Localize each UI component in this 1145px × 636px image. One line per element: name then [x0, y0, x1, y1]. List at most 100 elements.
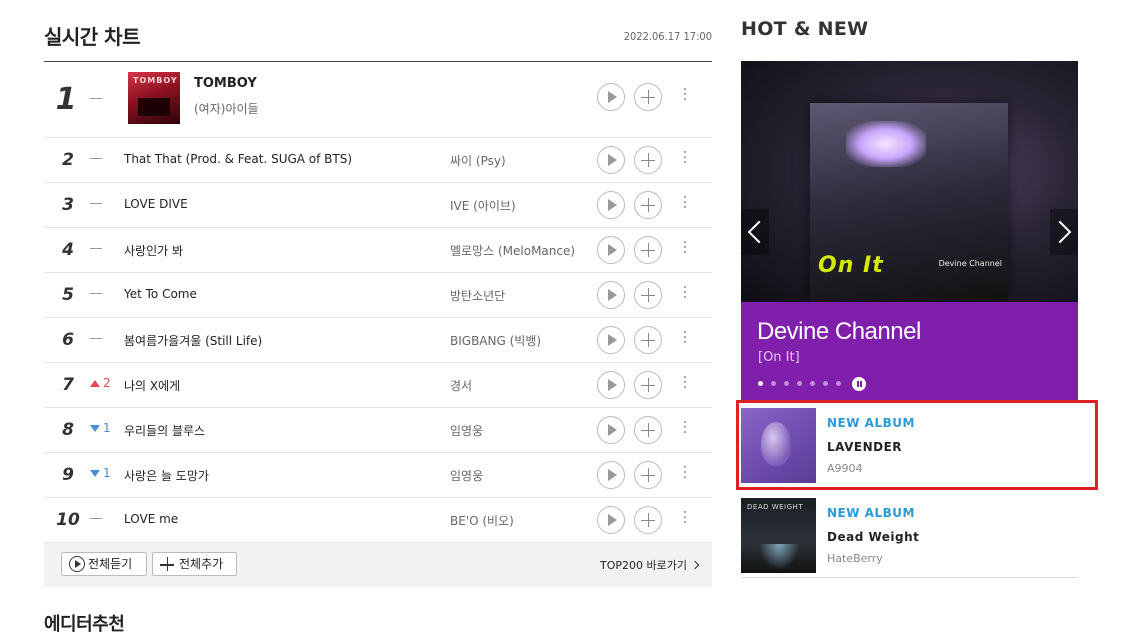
play-all-button[interactable]: 전체듣기: [61, 552, 147, 576]
add-icon[interactable]: [634, 506, 662, 534]
play-icon[interactable]: [597, 371, 625, 399]
more-options-icon[interactable]: [680, 509, 690, 529]
play-icon[interactable]: [597, 326, 625, 354]
add-icon[interactable]: [634, 83, 662, 111]
play-icon[interactable]: [597, 461, 625, 489]
play-icon[interactable]: [597, 416, 625, 444]
play-icon[interactable]: [597, 281, 625, 309]
carousel-dot[interactable]: [758, 381, 763, 386]
album-cover[interactable]: DEAD WEIGHT: [741, 498, 816, 573]
featured-album-cover[interactable]: On It Devine Channel: [810, 103, 1008, 301]
more-options-icon[interactable]: [680, 86, 690, 106]
chart-row: 3 LOVE DIVE IVE (아이브): [44, 183, 712, 228]
artist-name[interactable]: IVE (아이브): [450, 197, 580, 214]
song-title[interactable]: Yet To Come: [124, 287, 197, 301]
play-icon[interactable]: [597, 506, 625, 534]
play-icon[interactable]: [597, 83, 625, 111]
no-change-icon: [90, 158, 102, 159]
album-cover[interactable]: TOMBOY: [128, 72, 180, 124]
song-title[interactable]: 봄여름가을겨울 (Still Life): [124, 332, 262, 349]
carousel-dot[interactable]: [810, 381, 815, 386]
cover-title-text: On It: [818, 253, 884, 278]
play-icon[interactable]: [597, 236, 625, 264]
more-options-icon[interactable]: [680, 329, 690, 349]
cover-caption: Devine Channel: [938, 259, 1002, 268]
no-change-icon: [90, 203, 102, 204]
pause-icon[interactable]: [852, 377, 866, 391]
song-title[interactable]: 사랑은 늘 도망가: [124, 467, 209, 484]
rank-change-value: 1: [103, 421, 111, 435]
artist-name[interactable]: BIGBANG (빅뱅): [450, 332, 580, 349]
play-icon[interactable]: [597, 191, 625, 219]
add-all-label: 전체추가: [179, 557, 224, 571]
slide-background: On It Devine Channel: [741, 61, 1078, 302]
add-icon[interactable]: [634, 416, 662, 444]
carousel-dot[interactable]: [771, 381, 776, 386]
add-icon[interactable]: [634, 371, 662, 399]
add-icon[interactable]: [634, 281, 662, 309]
carousel-dot[interactable]: [836, 381, 841, 386]
song-title[interactable]: 나의 X에게: [124, 377, 180, 394]
rank-change: [90, 511, 118, 525]
more-options-icon[interactable]: [680, 149, 690, 169]
song-title[interactable]: 사랑인가 봐: [124, 242, 183, 259]
play-all-label: 전체듣기: [88, 557, 133, 571]
artist-name[interactable]: 임영웅: [450, 422, 580, 439]
rank-number: 1: [55, 82, 77, 117]
artist-name[interactable]: 임영웅: [450, 467, 580, 484]
slide-artist[interactable]: Devine Channel: [757, 318, 921, 346]
chart-title[interactable]: 실시간 차트: [44, 21, 140, 50]
chart-header: 실시간 차트 2022.06.17 17:00: [44, 18, 712, 62]
more-options-icon[interactable]: [680, 464, 690, 484]
more-options-icon[interactable]: [680, 194, 690, 214]
carousel-dot[interactable]: [797, 381, 802, 386]
more-options-icon[interactable]: [680, 284, 690, 304]
more-options-icon[interactable]: [680, 419, 690, 439]
top200-link[interactable]: TOP200 바로가기: [600, 557, 700, 573]
carousel-dot[interactable]: [823, 381, 828, 386]
rank-number: 9: [62, 465, 74, 485]
artist-name[interactable]: 방탄소년단: [450, 287, 580, 304]
add-all-button[interactable]: 전체추가: [152, 552, 237, 576]
hot-new-title: HOT & NEW: [741, 18, 869, 40]
song-title[interactable]: TOMBOY: [194, 76, 257, 91]
slide-song[interactable]: [On It]: [758, 350, 800, 365]
artist-name[interactable]: (여자)아이들: [194, 100, 259, 117]
rank-change: [90, 331, 118, 345]
rank-change: [90, 241, 118, 255]
artist-name[interactable]: BE'O (비오): [450, 512, 580, 529]
artist-name[interactable]: 경서: [450, 377, 580, 394]
song-title[interactable]: That That (Prod. & Feat. SUGA of BTS): [124, 152, 352, 166]
chart-row: 6 봄여름가을겨울 (Still Life) BIGBANG (빅뱅): [44, 318, 712, 363]
album-name[interactable]: Dead Weight: [827, 530, 919, 544]
chevron-right-icon[interactable]: [1050, 209, 1078, 255]
rank-number: 2: [62, 150, 74, 170]
chart-row: 2 That That (Prod. & Feat. SUGA of BTS) …: [44, 138, 712, 183]
add-icon[interactable]: [634, 326, 662, 354]
song-title[interactable]: 우리들의 블루스: [124, 422, 205, 439]
album-cover-figure: [138, 98, 170, 116]
artist-name[interactable]: 싸이 (Psy): [450, 152, 580, 169]
rank-change: 1: [90, 421, 118, 435]
add-icon[interactable]: [634, 236, 662, 264]
slide-info[interactable]: Devine Channel [On It]: [741, 302, 1078, 401]
chart-row: 4 사랑인가 봐 멜로망스 (MeloMance): [44, 228, 712, 273]
add-icon[interactable]: [634, 191, 662, 219]
no-change-icon: [90, 338, 102, 339]
new-album-item[interactable]: DEAD WEIGHT NEW ALBUM Dead Weight HateBe…: [741, 495, 1078, 578]
hot-new-carousel[interactable]: On It Devine Channel Devine Channel [On …: [741, 61, 1078, 401]
rank-down-icon: [90, 470, 100, 477]
add-icon[interactable]: [634, 461, 662, 489]
album-tag: NEW ALBUM: [827, 506, 915, 520]
more-options-icon[interactable]: [680, 239, 690, 259]
carousel-dot[interactable]: [784, 381, 789, 386]
realtime-chart: 실시간 차트 2022.06.17 17:00 1 TOMBOY TOMBOY …: [44, 18, 712, 587]
play-icon[interactable]: [597, 146, 625, 174]
more-options-icon[interactable]: [680, 374, 690, 394]
album-artist[interactable]: HateBerry: [827, 552, 883, 565]
chevron-left-icon[interactable]: [741, 209, 769, 255]
add-icon[interactable]: [634, 146, 662, 174]
song-title[interactable]: LOVE me: [124, 512, 178, 526]
artist-name[interactable]: 멜로망스 (MeloMance): [450, 242, 580, 259]
song-title[interactable]: LOVE DIVE: [124, 197, 188, 211]
